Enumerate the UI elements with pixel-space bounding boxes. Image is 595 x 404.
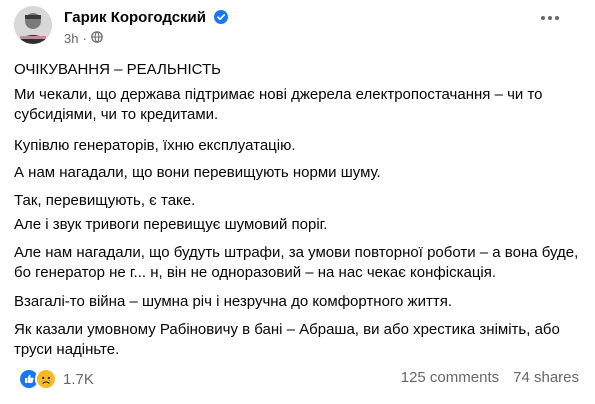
more-options-icon[interactable] [538, 10, 562, 26]
author-name[interactable]: Гарик Корогодский [64, 9, 229, 28]
sad-reaction-icon [35, 368, 57, 390]
menu-dot [548, 16, 552, 20]
post-paragraph: ОЧІКУВАННЯ – РЕАЛЬНІСТЬ [14, 61, 221, 78]
post-header: Гарик Корогодский 3h · [14, 6, 574, 50]
post-paragraph: Але нам нагадали, що будуть штрафи, за у… [14, 244, 579, 281]
verified-badge-icon [214, 10, 229, 28]
post-time[interactable]: 3h [64, 31, 78, 46]
facebook-post: Гарик Корогодский 3h · ОЧІКУВАННЯ – РЕАЛ… [0, 0, 595, 404]
post-footer: 1.7K 125 comments 74 shares [14, 368, 579, 390]
engagement-counts: 125 comments 74 shares [401, 369, 579, 386]
reaction-count: 1.7K [63, 370, 94, 388]
post-paragraph: Ми чекали, що держава підтримає нові дже… [14, 86, 543, 123]
post-paragraph: А нам нагадали, що вони перевищують норм… [14, 164, 381, 181]
menu-dot [555, 16, 559, 20]
avatar[interactable] [14, 6, 52, 44]
shares-link[interactable]: 74 shares [513, 369, 579, 386]
post-paragraph: Взагалі-то війна – шумна річ і незручна … [14, 293, 453, 310]
post-paragraph: Але і звук тривоги перевищує шумовий пор… [14, 216, 328, 233]
post-paragraph: Так, перевищують, є таке. [14, 192, 196, 209]
post-paragraph: Як казали умовному Рабіновичу в бані – А… [14, 321, 560, 358]
comments-link[interactable]: 125 comments [401, 369, 499, 386]
menu-dot [541, 16, 545, 20]
post-paragraph: Купівлю генераторів, їхню експлуатацію. [14, 137, 296, 154]
globe-icon[interactable] [91, 31, 103, 46]
reactions-summary[interactable]: 1.7K [18, 368, 94, 390]
author-name-text[interactable]: Гарик Корогодский [64, 9, 206, 26]
post-meta: 3h · [64, 31, 103, 46]
meta-separator: · [82, 31, 87, 46]
